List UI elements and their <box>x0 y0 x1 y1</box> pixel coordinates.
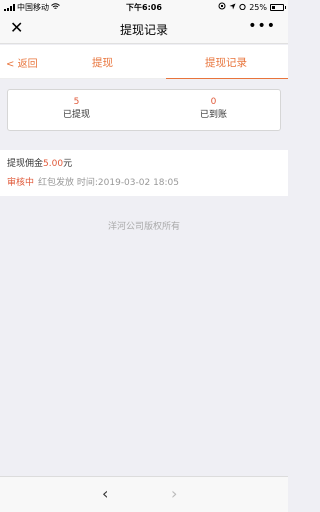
record-detail: 红包发放 时间:2019-03-02 18:05 <box>38 178 180 188</box>
stat-label: 已提现 <box>62 110 90 120</box>
nav-bar: ✕ 提现记录 ••• <box>0 14 288 44</box>
page-title: 提现记录 <box>119 23 168 37</box>
tab-bar: < 返回 提现 提现记录 <box>0 45 288 79</box>
battery-icon <box>270 3 286 11</box>
stat-arrived: 0 已到账 <box>145 96 282 122</box>
record-suffix: 元 <box>63 159 73 169</box>
browser-toolbar: ‹ › <box>0 476 288 512</box>
copyright-text: 洋河公司版权所有 <box>107 222 180 232</box>
stat-value: 5 <box>73 97 80 107</box>
stat-value: 0 <box>210 97 217 107</box>
battery-percent: 25% <box>249 2 267 12</box>
status-bar: 中国移动 下午6:06 25% <box>0 0 288 14</box>
status-right: 25% <box>218 2 286 12</box>
forward-arrow-icon[interactable]: › <box>171 484 177 504</box>
record-meta: 审核中 红包发放 时间:2019-03-02 18:05 <box>7 175 179 188</box>
active-tab-indicator <box>166 78 288 79</box>
chevron-left-icon: < <box>6 59 15 70</box>
back-button[interactable]: < 返回 <box>6 55 38 70</box>
record-amount: 5.00 <box>43 159 64 169</box>
tab-withdraw-records[interactable]: 提现记录 <box>205 55 247 70</box>
back-label: 返回 <box>17 59 38 70</box>
back-arrow-icon[interactable]: ‹ <box>102 484 108 504</box>
more-menu-button[interactable]: ••• <box>248 16 276 36</box>
stats-card: 5 已提现 0 已到账 <box>7 89 281 131</box>
record-item[interactable]: 提现佣金5.00元 审核中 红包发放 时间:2019-03-02 18:05 <box>0 150 288 196</box>
record-prefix: 提现佣金 <box>7 159 44 169</box>
location-icon <box>229 3 236 12</box>
tab-withdraw[interactable]: 提现 <box>92 55 113 70</box>
record-title: 提现佣金5.00元 <box>7 156 72 169</box>
status-badge: 审核中 <box>7 178 35 188</box>
stat-label: 已到账 <box>199 110 227 120</box>
lock-rotation-icon <box>218 2 226 12</box>
alarm-icon <box>239 3 246 12</box>
stat-withdrawn: 5 已提现 <box>8 96 145 122</box>
